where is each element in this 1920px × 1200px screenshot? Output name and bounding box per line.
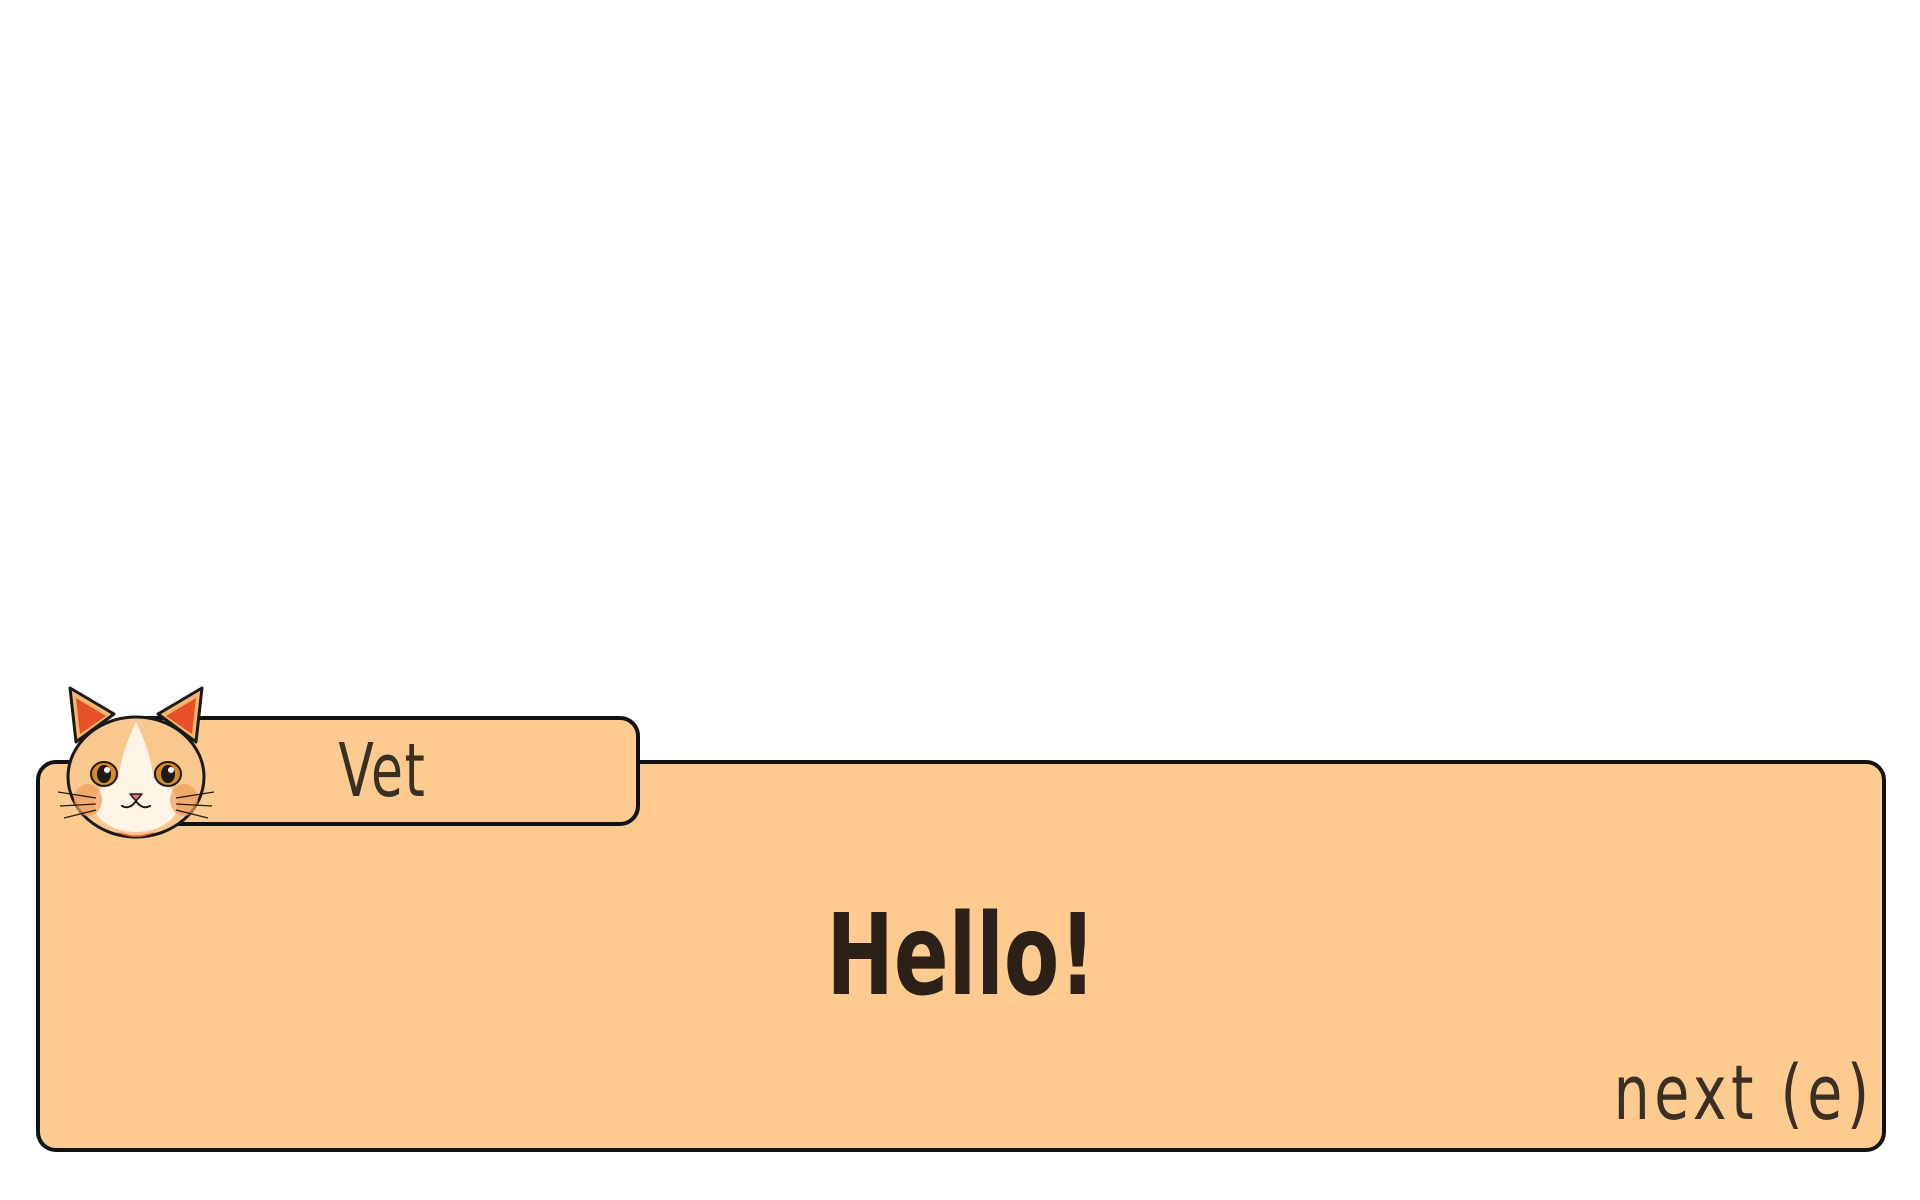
game-scene: Vet Hello! next (e) <box>0 0 1920 1200</box>
next-button[interactable]: next (e) <box>1527 1048 1874 1137</box>
speaker-name: Vet <box>337 728 427 814</box>
cat-face-icon <box>57 686 215 839</box>
dialog-message: Hello! <box>826 891 1096 1021</box>
